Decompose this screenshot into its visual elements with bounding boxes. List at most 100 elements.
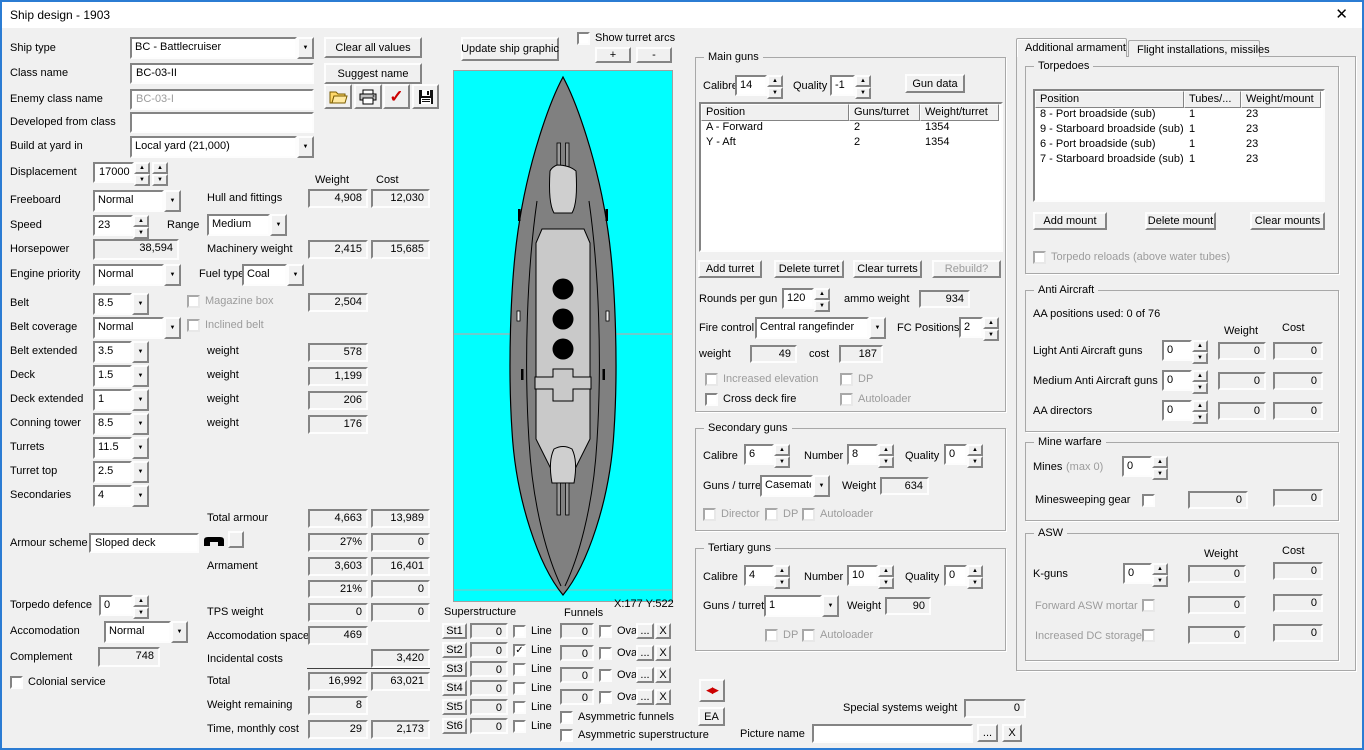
st4-line-checkbox[interactable] <box>513 682 526 695</box>
armour-scheme-button[interactable] <box>228 531 244 548</box>
ship-type-select[interactable]: BC - Battlecruiser ▼ <box>130 37 314 59</box>
funnel1-oval-checkbox[interactable] <box>599 625 612 638</box>
mount-position[interactable]: 9 - Starboard broadside (sub) <box>1035 123 1184 138</box>
medium-aa-count[interactable]: 0 <box>1162 370 1192 391</box>
spinner-buttons[interactable]: ▲ ▼ <box>774 565 790 589</box>
turret-top-value[interactable]: 2.5 <box>93 461 132 483</box>
spinner-buttons[interactable]: ▲ ▼ <box>774 444 790 468</box>
speed-value[interactable]: 23 <box>93 215 133 236</box>
engine-priority-value[interactable]: Normal <box>93 264 164 286</box>
mount-weight[interactable]: 23 <box>1241 108 1321 123</box>
range-value[interactable]: Medium <box>207 214 270 236</box>
sg-number-spinner[interactable]: 8 ▲ ▼ <box>847 444 894 468</box>
minesweeping-checkbox[interactable] <box>1142 494 1155 507</box>
mines-count[interactable]: 0 <box>1122 456 1152 477</box>
torpedoes-table[interactable]: Position Tubes/... Weight/mount 8 - Port… <box>1033 89 1325 202</box>
developed-from-input[interactable] <box>130 112 314 133</box>
sg-number-value[interactable]: 8 <box>847 444 878 465</box>
colonial-service-checkbox[interactable] <box>10 676 23 689</box>
table-row[interactable]: Y - Aft 2 1354 <box>701 136 1001 151</box>
funnel3-oval-checkbox[interactable] <box>599 669 612 682</box>
light-aa-count[interactable]: 0 <box>1162 340 1192 361</box>
print-button[interactable] <box>354 84 382 109</box>
fire-control-select[interactable]: Central rangefinder ▼ <box>755 317 886 339</box>
st3-button[interactable]: St3 <box>442 661 467 677</box>
displacement-coarse-stepper[interactable]: ▲ ▼ <box>134 162 150 186</box>
check-design-button[interactable]: ✓ <box>383 84 410 109</box>
rounds-value[interactable]: 120 <box>782 288 814 309</box>
cross-deck-fire-row[interactable]: Cross deck fire <box>705 393 796 406</box>
tg-guns-turret-select[interactable]: 1 ▼ <box>764 595 839 617</box>
funnel2-edit-button[interactable]: ... <box>636 645 654 661</box>
mg-quality-spinner[interactable]: -1 ▲ ▼ <box>830 75 871 99</box>
sg-quality-spinner[interactable]: 0 ▲ ▼ <box>944 444 983 468</box>
chevron-down-icon[interactable]: ▼ <box>287 264 304 286</box>
st2-button[interactable]: St2 <box>442 642 467 658</box>
st6-line-checkbox[interactable] <box>513 720 526 733</box>
turret-weight[interactable]: 1354 <box>920 121 999 136</box>
turret-position[interactable]: Y - Aft <box>701 136 849 151</box>
st3-line-row[interactable]: Line <box>513 663 552 676</box>
funnel1-oval-row[interactable]: Oval <box>599 625 640 638</box>
st3-line-checkbox[interactable] <box>513 663 526 676</box>
tg-quality-spinner[interactable]: 0 ▲ ▼ <box>944 565 983 589</box>
aa-directors-count[interactable]: 0 <box>1162 400 1192 421</box>
tg-calibre-spinner[interactable]: 4 ▲ ▼ <box>744 565 790 589</box>
funnel2-delete-button[interactable]: X <box>655 645 671 661</box>
zoom-out-button[interactable]: - <box>636 47 672 63</box>
table-row[interactable]: A - Forward 2 1354 <box>701 121 1001 136</box>
fc-positions-spinner[interactable]: 2 ▲ ▼ <box>959 317 999 341</box>
conning-tower-select[interactable]: 8.5 ▼ <box>93 413 149 435</box>
funnel3-delete-button[interactable]: X <box>655 667 671 683</box>
chevron-down-icon[interactable]: ▼ <box>822 595 839 617</box>
deck-extended-select[interactable]: 1 ▼ <box>93 389 149 411</box>
accomodation-select[interactable]: Normal ▼ <box>104 621 188 643</box>
chevron-down-icon[interactable]: ▼ <box>132 365 149 387</box>
fire-control-value[interactable]: Central rangefinder <box>755 317 869 339</box>
chevron-down-icon[interactable]: ▼ <box>132 389 149 411</box>
chevron-down-icon[interactable]: ▼ <box>132 413 149 435</box>
speed-spinner[interactable]: 23 ▲ ▼ <box>93 215 149 239</box>
chevron-down-icon[interactable]: ▼ <box>869 317 886 339</box>
mount-tubes[interactable]: 1 <box>1184 123 1241 138</box>
chevron-down-icon[interactable]: ▼ <box>132 437 149 459</box>
tg-number-spinner[interactable]: 10 ▲ ▼ <box>847 565 894 589</box>
st2-line-checkbox[interactable]: ✓ <box>513 644 526 657</box>
st1-line-row[interactable]: Line <box>513 625 552 638</box>
spinner-buttons[interactable]: ▲ ▼ <box>814 288 830 312</box>
spinner-buttons[interactable]: ▲ ▼ <box>133 215 149 239</box>
mount-weight[interactable]: 23 <box>1241 138 1321 153</box>
funnel2-oval-row[interactable]: Oval <box>599 647 640 660</box>
turrets-value[interactable]: 11.5 <box>93 437 132 459</box>
chevron-down-icon[interactable]: ▼ <box>132 485 149 507</box>
deck-select[interactable]: 1.5 ▼ <box>93 365 149 387</box>
tab-flight-installations[interactable]: Flight installations, missiles <box>1128 40 1270 57</box>
st1-button[interactable]: St1 <box>442 623 467 639</box>
kguns-count[interactable]: 0 <box>1123 563 1152 584</box>
armour-scheme-field[interactable]: Sloped deck <box>89 533 199 553</box>
st4-button[interactable]: St4 <box>442 680 467 696</box>
turrets-select[interactable]: 11.5 ▼ <box>93 437 149 459</box>
turret-position[interactable]: A - Forward <box>701 121 849 136</box>
mg-calibre-value[interactable]: 14 <box>735 75 767 96</box>
chevron-down-icon[interactable]: ▼ <box>164 264 181 286</box>
colonial-service-checkbox-row[interactable]: Colonial service <box>10 676 106 689</box>
chevron-down-icon[interactable]: ▼ <box>171 621 188 643</box>
mount-weight[interactable]: 23 <box>1241 153 1321 168</box>
sg-quality-value[interactable]: 0 <box>944 444 967 465</box>
chevron-down-icon[interactable]: ▼ <box>270 214 287 236</box>
st5-line-row[interactable]: Line <box>513 701 552 714</box>
st6-button[interactable]: St6 <box>442 718 467 734</box>
add-mount-button[interactable]: Add mount <box>1033 212 1107 230</box>
main-guns-table[interactable]: Position Guns/turret Weight/turret A - F… <box>699 102 1003 252</box>
funnel4-oval-checkbox[interactable] <box>599 691 612 704</box>
range-select[interactable]: Medium ▼ <box>207 214 287 236</box>
belt-extended-value[interactable]: 3.5 <box>93 341 132 363</box>
picture-name-input[interactable] <box>812 724 973 743</box>
mount-position[interactable]: 6 - Port broadside (sub) <box>1035 138 1184 153</box>
accomodation-value[interactable]: Normal <box>104 621 171 643</box>
belt-coverage-select[interactable]: Normal ▼ <box>93 317 181 339</box>
add-turret-button[interactable]: Add turret <box>698 260 762 278</box>
sg-guns-turret-select[interactable]: Casemates▼ <box>760 475 830 497</box>
ship-type-value[interactable]: BC - Battlecruiser <box>130 37 297 59</box>
